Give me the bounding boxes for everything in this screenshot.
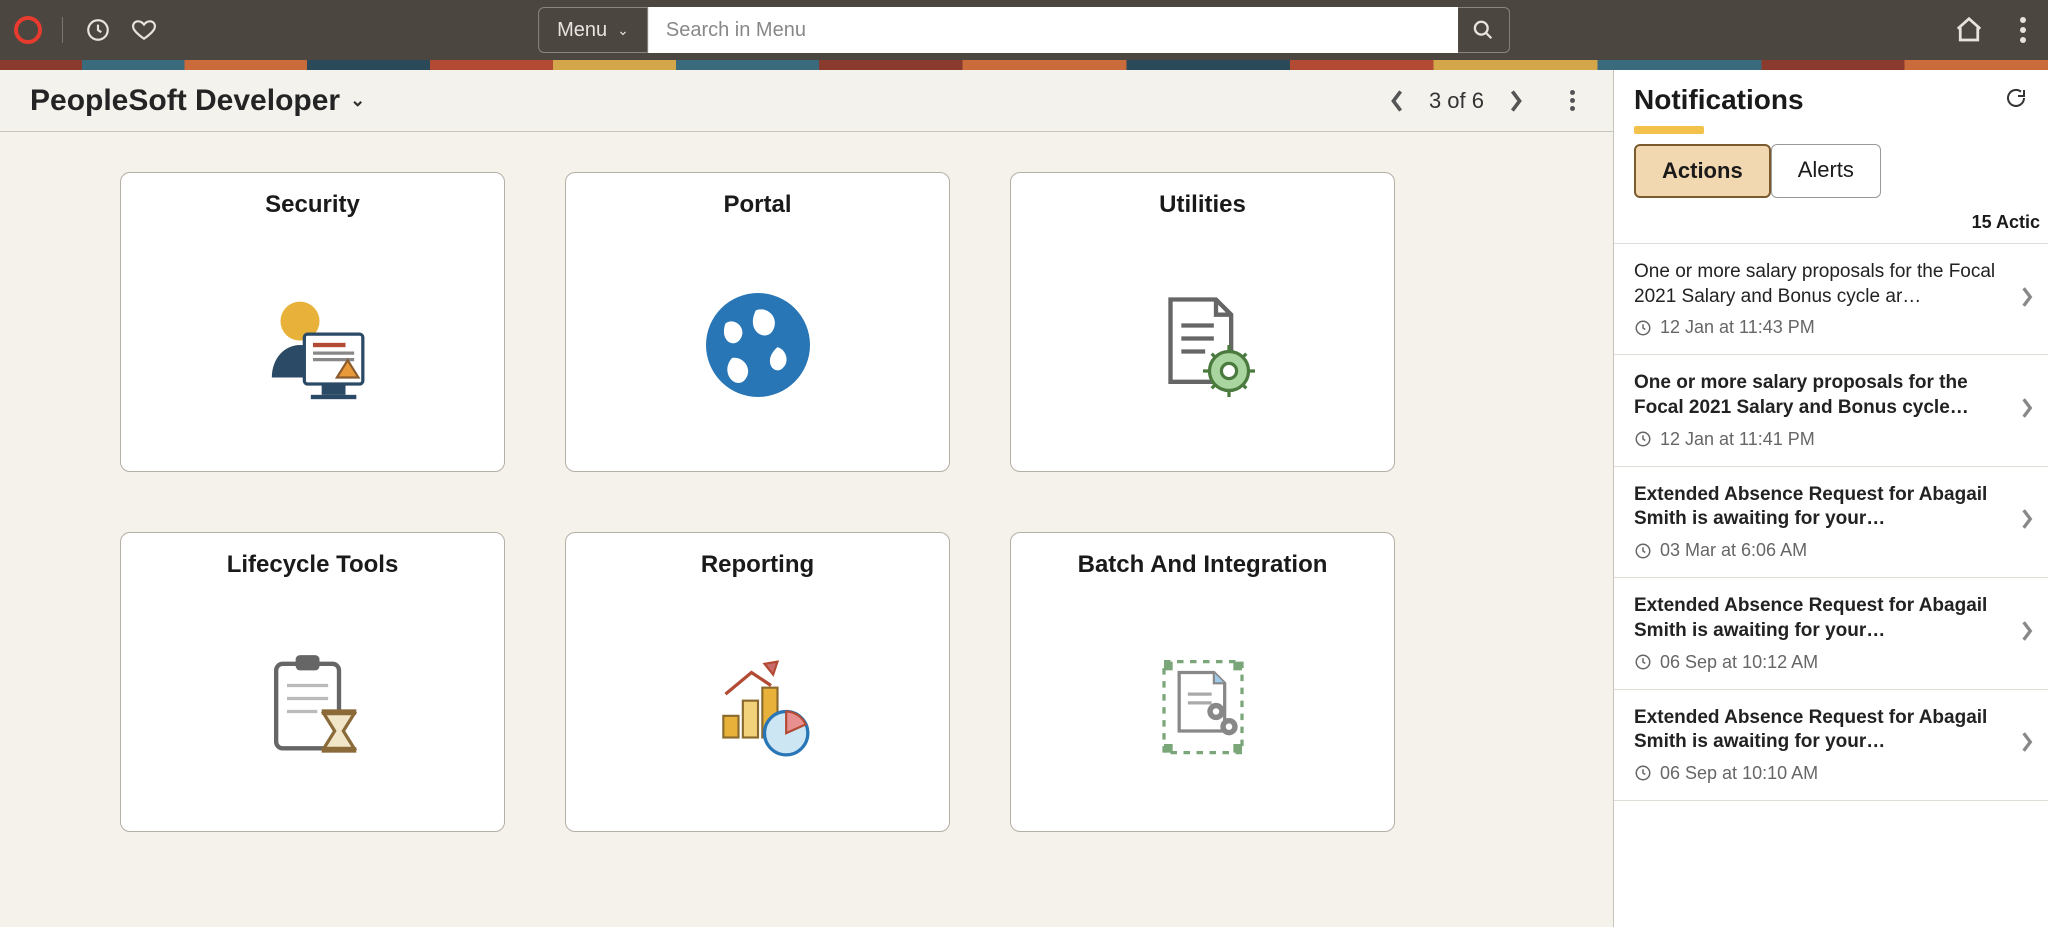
- main-content: PeopleSoft Developer ⌄ 3 of 6 Security: [0, 70, 1613, 927]
- page-title: PeopleSoft Developer: [30, 84, 340, 118]
- menu-label: Menu: [557, 19, 607, 42]
- page-actions-menu-icon[interactable]: [1562, 83, 1583, 118]
- notification-item[interactable]: One or more salary proposals for the Foc…: [1614, 355, 2048, 466]
- clipboard-hourglass-icon: [133, 597, 492, 813]
- chevron-right-icon: [2020, 286, 2034, 313]
- tab-alerts[interactable]: Alerts: [1771, 144, 1881, 198]
- chart-icon: [578, 597, 937, 813]
- notification-item[interactable]: Extended Absence Request for Abagail Smi…: [1614, 690, 2048, 801]
- oracle-logo-icon: [14, 16, 42, 44]
- notification-time: 12 Jan at 11:43 PM: [1634, 317, 2010, 338]
- tile-title: Portal: [723, 191, 791, 219]
- page-header: PeopleSoft Developer ⌄ 3 of 6: [0, 70, 1613, 132]
- notifications-header: Notifications: [1614, 70, 2048, 120]
- clock-icon: [1634, 542, 1652, 560]
- notification-list: One or more salary proposals for the Foc…: [1614, 243, 2048, 927]
- notification-text: Extended Absence Request for Abagail Smi…: [1634, 594, 2010, 643]
- globe-icon: [578, 237, 937, 453]
- clock-icon: [1634, 319, 1652, 337]
- notification-tabs: Actions Alerts: [1614, 144, 2048, 198]
- notification-item[interactable]: Extended Absence Request for Abagail Smi…: [1614, 578, 2048, 689]
- tile-reporting[interactable]: Reporting: [565, 532, 950, 832]
- notification-item[interactable]: Extended Absence Request for Abagail Smi…: [1614, 467, 2048, 578]
- document-gears-icon: [1023, 597, 1382, 813]
- chevron-right-icon: [2020, 620, 2034, 647]
- favorites-icon[interactable]: [129, 15, 159, 45]
- tile-utilities[interactable]: Utilities: [1010, 172, 1395, 472]
- menu-dropdown-button[interactable]: Menu ⌄: [538, 7, 648, 53]
- notification-count: 15 Actic: [1614, 198, 2048, 243]
- tile-title: Utilities: [1159, 191, 1246, 219]
- chevron-right-icon: [2020, 397, 2034, 424]
- chevron-down-icon: ⌄: [350, 90, 365, 111]
- pager: 3 of 6: [1383, 83, 1583, 118]
- tab-actions[interactable]: Actions: [1634, 144, 1771, 198]
- prev-page-button[interactable]: [1383, 87, 1411, 115]
- search-input[interactable]: [648, 7, 1458, 53]
- overflow-menu-icon[interactable]: [2012, 9, 2034, 51]
- notification-item[interactable]: One or more salary proposals for the Foc…: [1614, 244, 2048, 355]
- tile-title: Lifecycle Tools: [227, 551, 399, 579]
- clock-icon: [1634, 430, 1652, 448]
- home-icon[interactable]: [1954, 15, 1984, 45]
- menu-search-group: Menu ⌄: [538, 7, 1510, 53]
- chevron-right-icon: [2020, 731, 2034, 758]
- search-button[interactable]: [1458, 7, 1510, 53]
- notification-time: 03 Mar at 6:06 AM: [1634, 540, 2010, 561]
- notification-text: Extended Absence Request for Abagail Smi…: [1634, 706, 2010, 755]
- notification-time: 06 Sep at 10:10 AM: [1634, 763, 2010, 784]
- security-icon: [133, 237, 492, 453]
- notification-text: Extended Absence Request for Abagail Smi…: [1634, 483, 2010, 532]
- tile-lifecycle-tools[interactable]: Lifecycle Tools: [120, 532, 505, 832]
- notifications-panel: Notifications Actions Alerts 15 Actic On…: [1613, 70, 2048, 927]
- notification-time: 06 Sep at 10:12 AM: [1634, 652, 2010, 673]
- pager-text: 3 of 6: [1429, 88, 1484, 114]
- notification-text: One or more salary proposals for the Foc…: [1634, 371, 2010, 420]
- refresh-icon[interactable]: [2004, 86, 2028, 115]
- tile-title: Security: [265, 191, 360, 219]
- tile-security[interactable]: Security: [120, 172, 505, 472]
- clock-icon: [1634, 653, 1652, 671]
- next-page-button[interactable]: [1502, 87, 1530, 115]
- notification-time: 12 Jan at 11:41 PM: [1634, 429, 2010, 450]
- tile-batch-integration[interactable]: Batch And Integration: [1010, 532, 1395, 832]
- recent-icon[interactable]: [83, 15, 113, 45]
- tile-portal[interactable]: Portal: [565, 172, 950, 472]
- chevron-down-icon: ⌄: [617, 22, 629, 39]
- homepage-selector[interactable]: PeopleSoft Developer ⌄: [30, 84, 365, 118]
- notifications-title: Notifications: [1634, 84, 1804, 116]
- accent-bar: [1634, 126, 1704, 134]
- notification-text: One or more salary proposals for the Foc…: [1634, 260, 2010, 309]
- document-gear-icon: [1023, 237, 1382, 453]
- decorative-color-strip: [0, 60, 2048, 70]
- tile-title: Reporting: [701, 551, 814, 579]
- chevron-right-icon: [2020, 508, 2034, 535]
- tiles-area: Security: [0, 132, 1613, 927]
- tile-title: Batch And Integration: [1078, 551, 1328, 579]
- global-header: Menu ⌄: [0, 0, 2048, 60]
- clock-icon: [1634, 764, 1652, 782]
- divider: [62, 17, 63, 43]
